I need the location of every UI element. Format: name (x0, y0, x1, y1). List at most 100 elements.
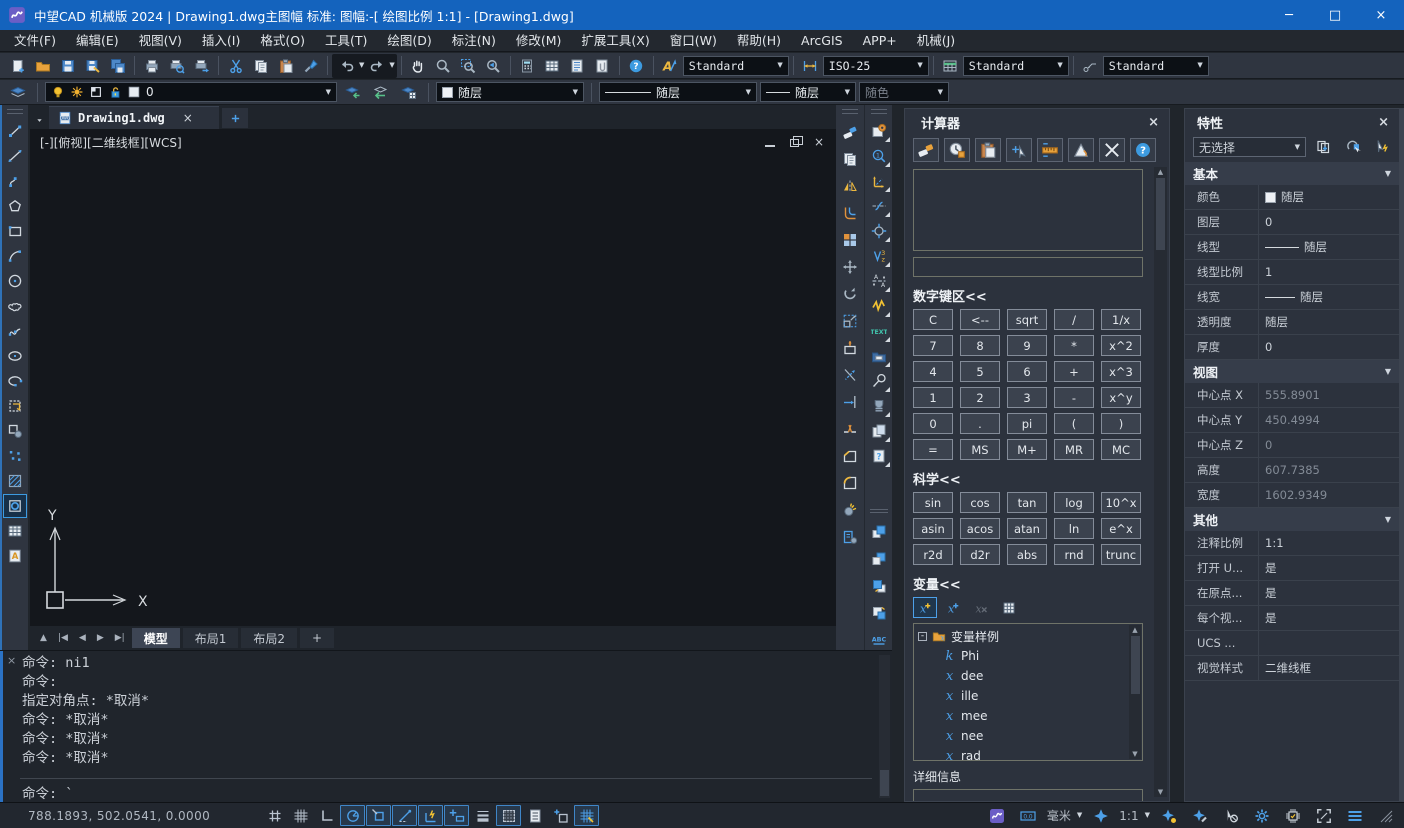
color-select[interactable]: 随层▼ (436, 82, 584, 102)
menu-item-9[interactable]: 修改(M) (506, 30, 572, 52)
graphics-performance-toggle[interactable] (574, 805, 599, 826)
send-under-objects-button[interactable] (867, 600, 891, 626)
calc-key-1[interactable]: 1 (913, 387, 953, 408)
calc-key-9[interactable]: 9 (1007, 335, 1047, 356)
calc-paste-to-commandline-button[interactable] (975, 138, 1001, 162)
circle-button[interactable] (3, 269, 27, 293)
toggle-pickadd-button[interactable] (1371, 137, 1393, 157)
section-header-视图[interactable]: 视图▼ (1185, 360, 1399, 383)
symbol-library-button[interactable] (867, 344, 891, 368)
calc-key-MC[interactable]: MC (1101, 439, 1141, 460)
property-value[interactable]: 0 (1259, 335, 1399, 359)
save-as-button[interactable] (80, 54, 105, 77)
document-tab[interactable]: DWG Drawing1.dwg × (49, 106, 219, 129)
close-button[interactable]: × (1358, 0, 1404, 30)
calc-key-sqrt[interactable]: sqrt (1007, 309, 1047, 330)
calc-key--[interactable]: - (1054, 387, 1094, 408)
mdi-close-icon[interactable]: × (814, 136, 824, 148)
tree-scrollbar[interactable]: ▲▼ (1129, 625, 1141, 759)
property-value[interactable]: 1:1 (1259, 531, 1399, 555)
new-tab-button[interactable] (222, 108, 248, 128)
view-locator-button[interactable] (867, 219, 891, 243)
tab-list-caret-icon[interactable] (33, 116, 46, 129)
scroll-down-icon[interactable]: ▼ (1132, 750, 1137, 758)
ellipse-arc-button[interactable] (3, 369, 27, 393)
tab-close-icon[interactable]: × (183, 111, 193, 125)
tree-item-Phi[interactable]: kPhi (943, 646, 1126, 666)
selection-cycling-toggle[interactable] (548, 805, 573, 826)
object-snap-tracking-toggle[interactable] (392, 805, 417, 826)
calc-key-d2r[interactable]: d2r (960, 544, 1000, 565)
calc-key-abs[interactable]: abs (1007, 544, 1047, 565)
break-line-button[interactable] (867, 294, 891, 318)
point-button[interactable] (3, 444, 27, 468)
property-value[interactable]: 0 (1259, 433, 1399, 457)
sheet-copy-button[interactable] (867, 419, 891, 443)
menu-item-6[interactable]: 工具(T) (315, 30, 377, 52)
variables-section-label[interactable]: 变量<< (913, 574, 1143, 593)
rectangle-button[interactable] (3, 219, 27, 243)
new-variable-button[interactable]: x (913, 597, 937, 618)
trim-button[interactable] (838, 362, 862, 388)
layer-states-manager-button[interactable] (396, 81, 421, 104)
calc-key-x^3[interactable]: x^3 (1101, 361, 1141, 382)
property-value[interactable]: 1 (1259, 260, 1399, 284)
calc-key-([interactable]: ( (1054, 413, 1094, 434)
calc-key-8[interactable]: 8 (960, 335, 1000, 356)
command-prompt[interactable]: 命令: ` (22, 782, 73, 802)
auto-annotation-scale-button[interactable] (1187, 805, 1212, 826)
calc-key-trunc[interactable]: trunc (1101, 544, 1141, 565)
mdi-minimize-icon[interactable] (765, 145, 775, 147)
ellipse-button[interactable] (3, 344, 27, 368)
insert-table-button[interactable] (540, 54, 565, 77)
property-value[interactable]: 随层 (1259, 185, 1399, 209)
calculator-keypad-button[interactable] (997, 597, 1021, 618)
calc-key-10^x[interactable]: 10^x (1101, 492, 1141, 513)
property-value[interactable]: 随层 (1259, 310, 1399, 334)
plot-button[interactable] (139, 54, 164, 77)
calc-key-pi[interactable]: pi (1007, 413, 1047, 434)
redo-button[interactable] (364, 54, 389, 77)
calc-key-M+[interactable]: M+ (1007, 439, 1047, 460)
dimension-style-button[interactable] (798, 54, 823, 77)
calc-key-ln[interactable]: ln (1054, 518, 1094, 539)
scroll-down-icon[interactable]: ▼ (1158, 788, 1163, 796)
tree-item-rad[interactable]: xrad (943, 746, 1126, 761)
text-style-select[interactable]: Standard▼ (683, 56, 789, 76)
viewport-controls-label[interactable]: [-][俯视][二维线框][WCS] (40, 134, 182, 151)
undo-button[interactable] (334, 54, 359, 77)
layout-tab-布局2[interactable]: 布局2 (241, 628, 297, 648)
construction-line-button[interactable] (3, 144, 27, 168)
hatch-button[interactable] (3, 469, 27, 493)
plot-preview-button[interactable] (164, 54, 189, 77)
toolbar-grip[interactable] (842, 109, 858, 114)
insert-block-button[interactable] (3, 394, 27, 418)
dynamic-input-toggle[interactable] (444, 805, 469, 826)
calculator-history-box[interactable] (913, 169, 1143, 251)
calc-key-5[interactable]: 5 (960, 361, 1000, 382)
grid-display-toggle[interactable] (288, 805, 313, 826)
property-value[interactable]: 随层 (1259, 235, 1399, 259)
new-file-button[interactable] (5, 54, 30, 77)
menu-item-4[interactable]: 插入(I) (192, 30, 250, 52)
quick-properties-toggle[interactable] (522, 805, 547, 826)
calc-key-/[interactable]: / (1054, 309, 1094, 330)
extend-button[interactable] (838, 389, 862, 415)
erase-button[interactable] (838, 119, 862, 145)
paste-button[interactable] (273, 54, 298, 77)
break-button[interactable] (838, 416, 862, 442)
scale-button[interactable] (838, 308, 862, 334)
command-history[interactable]: 命令: ni1 命令: 指定对角点: *取消* 命令: *取消* 命令: *取消… (22, 654, 149, 768)
properties-close-icon[interactable]: × (1378, 115, 1389, 130)
layout-nav-1-button[interactable]: ▲ (36, 633, 51, 643)
maximize-button[interactable]: □ (1312, 0, 1358, 30)
menu-item-15[interactable]: 机械(J) (907, 30, 965, 52)
weld-symbol-button[interactable] (867, 394, 891, 418)
copy-button[interactable] (248, 54, 273, 77)
text-to-front-button[interactable]: ABC (867, 627, 891, 650)
help-button[interactable]: ? (624, 54, 649, 77)
balloon-annotation-button[interactable] (867, 369, 891, 393)
tree-item-dee[interactable]: xdee (943, 666, 1126, 686)
calc-key-6[interactable]: 6 (1007, 361, 1047, 382)
command-close-icon[interactable]: × (7, 654, 16, 667)
